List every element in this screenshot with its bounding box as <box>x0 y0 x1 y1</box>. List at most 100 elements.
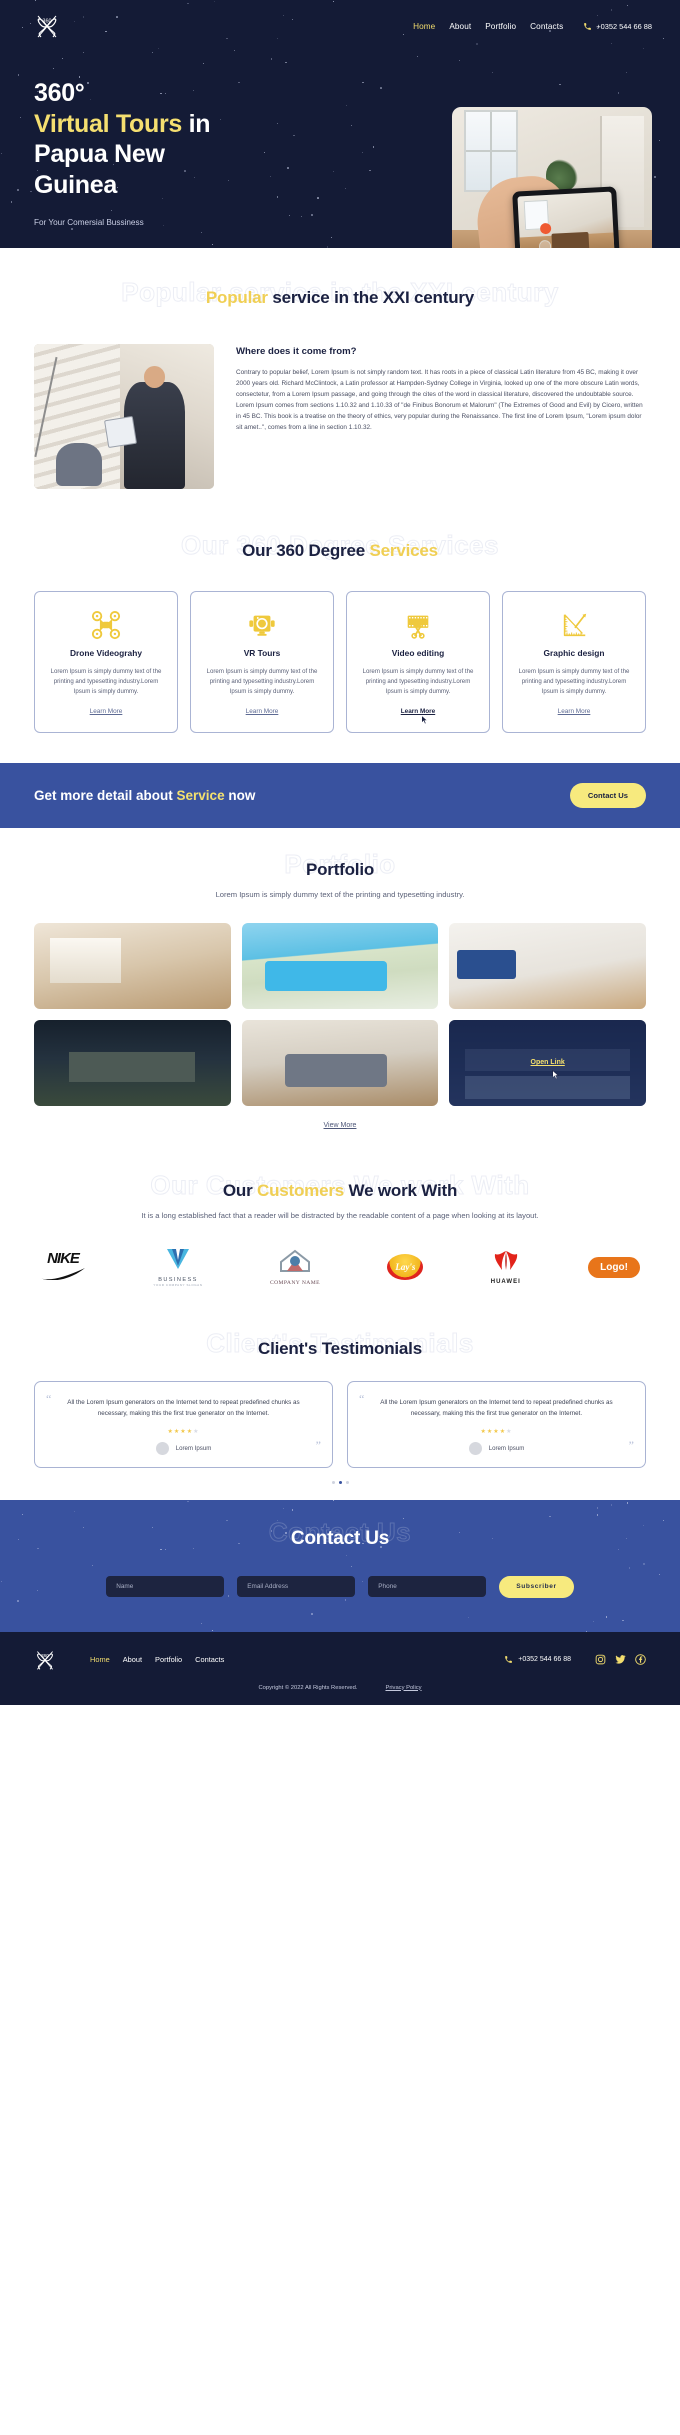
services-title-highlight: Services <box>369 541 439 560</box>
phone-input[interactable] <box>368 1576 487 1598</box>
facebook-icon[interactable] <box>635 1654 646 1665</box>
portfolio-hover-overlay[interactable]: Open Link <box>449 1019 646 1106</box>
social-links <box>595 1654 646 1665</box>
customers-title: Our Customers We work With <box>34 1181 646 1201</box>
house-icon <box>279 1249 310 1272</box>
generic-logo: Logo! <box>588 1256 640 1278</box>
nav-link-contacts[interactable]: Contacts <box>530 22 563 31</box>
customers-subtitle: It is a long established fact that a rea… <box>141 1210 539 1220</box>
footer-link-portfolio[interactable]: Portfolio <box>155 1655 182 1664</box>
cta-text: Get more detail about Service now <box>34 788 255 803</box>
svg-text:360: 360 <box>42 19 51 25</box>
twitter-icon[interactable] <box>615 1654 626 1665</box>
nike-logo-text: NIKE <box>47 1249 80 1267</box>
about-heading: Where does it come from? <box>236 346 357 357</box>
landing-page: 360 Home About Portfolio Contacts +0352 … <box>0 0 680 1705</box>
subscriber-button[interactable]: Subscriber <box>499 1575 574 1598</box>
star-empty: ★ <box>193 1428 200 1435</box>
hero-title-line3: Papua New <box>34 140 165 168</box>
carousel-dot[interactable] <box>331 1480 335 1484</box>
portfolio-title: Portfolio <box>305 859 375 879</box>
portfolio-tile[interactable] <box>241 922 439 1009</box>
portfolio-heading-wrap: Portfolio Portfolio Lorem Ipsum is simpl… <box>34 848 646 901</box>
services-title-part1: Our 360 Degree <box>242 541 370 560</box>
footer: 360 Home About Portfolio Contacts +0352 … <box>0 1631 680 1705</box>
testimonial-author-name: Lorem Ipsum <box>488 1444 525 1452</box>
hero-title-line4: Guinea <box>34 170 117 199</box>
huawei-logo: HUAWEI <box>491 1250 521 1285</box>
drone-icon <box>45 608 167 642</box>
phone-icon <box>505 1656 513 1663</box>
360-butterfly-logo-icon[interactable]: 360 <box>34 1648 56 1672</box>
avatar <box>155 1441 169 1455</box>
hero-subtitle: For Your Comersial Bussiness <box>34 218 144 227</box>
portfolio-tile-hovered[interactable]: Open Link <box>449 1019 646 1106</box>
instagram-icon[interactable] <box>595 1654 606 1665</box>
testimonials-title: Client's Testimonials <box>258 1338 422 1358</box>
service-card-title: Graphic design <box>543 648 605 658</box>
testimonial-quote: All the Lorem Ipsum generators on the In… <box>67 1398 300 1417</box>
service-card-title: VR Tours <box>243 648 281 658</box>
hero-text-block: 360° Virtual Tours in Papua New Guinea F… <box>0 52 300 227</box>
footer-link-home[interactable]: Home <box>90 1655 110 1664</box>
svg-text:360: 360 <box>41 1653 49 1658</box>
business-logo-slogan: YOUR COMPANY SLOGAN <box>153 1282 203 1287</box>
top-navigation-bar: 360 Home About Portfolio Contacts +0352 … <box>0 0 680 52</box>
nav-link-about[interactable]: About <box>449 22 471 31</box>
services-title: Our 360 Degree Services <box>34 541 646 561</box>
service-card-graphic-design[interactable]: Graphic design Lorem Ipsum is simply dum… <box>502 591 646 733</box>
phone-device <box>512 186 620 248</box>
learn-more-link[interactable]: Learn More <box>558 708 591 715</box>
portfolio-tile[interactable] <box>449 922 646 1009</box>
services-section: Our 360 Degree Services Our 360 Degree S… <box>0 507 680 763</box>
about-text: Where does it come from? Contrary to pop… <box>236 344 646 433</box>
privacy-policy-link[interactable]: Privacy Policy <box>385 1685 421 1691</box>
portfolio-tile[interactable] <box>241 1019 439 1106</box>
generic-logo-text: Logo! <box>588 1256 640 1278</box>
service-card-title: Video editing <box>391 648 445 658</box>
business-v-icon <box>166 1248 189 1269</box>
learn-more-link[interactable]: Learn More <box>246 708 279 715</box>
testimonial-rating: ★★★★★ <box>364 1428 629 1435</box>
about-paragraph: Contrary to popular belief, Lorem Ipsum … <box>236 369 643 432</box>
service-card-desc: Lorem Ipsum is simply dummy text of the … <box>362 668 474 695</box>
ruler-pencil-icon <box>513 608 635 642</box>
footer-link-about[interactable]: About <box>123 1655 142 1664</box>
nav-link-portfolio[interactable]: Portfolio <box>485 22 516 31</box>
business-logo: BUSINESS YOUR COMPANY SLOGAN <box>153 1248 202 1287</box>
learn-more-link[interactable]: Learn More <box>401 708 435 715</box>
360-butterfly-logo-icon[interactable]: 360 <box>34 12 60 40</box>
footer-link-contacts[interactable]: Contacts <box>195 1655 224 1664</box>
testimonial-quote: All the Lorem Ipsum generators on the In… <box>380 1398 613 1417</box>
service-card-vr-tours[interactable]: VR Tours Lorem Ipsum is simply dummy tex… <box>190 591 334 733</box>
view-more-link[interactable]: View More <box>34 1122 646 1129</box>
portfolio-tile[interactable] <box>34 1019 231 1106</box>
hero-section: 360 Home About Portfolio Contacts +0352 … <box>0 0 680 248</box>
phone-screen <box>517 191 615 248</box>
carousel-dot-active[interactable] <box>338 1480 342 1484</box>
header-phone[interactable]: +0352 544 66 88 <box>583 22 652 31</box>
service-card-video-editing[interactable]: Video editing Lorem Ipsum is simply dumm… <box>346 591 490 733</box>
cta-banner: Get more detail about Service now Contac… <box>0 762 680 828</box>
footer-phone[interactable]: +0352 544 66 88 <box>504 1655 571 1664</box>
email-input[interactable] <box>237 1576 356 1598</box>
huawei-flower-icon <box>494 1250 517 1270</box>
hero-title-highlight: Virtual Tours <box>34 109 182 138</box>
contact-us-button[interactable]: Contact Us <box>569 782 646 808</box>
portfolio-tile[interactable] <box>34 922 231 1009</box>
contact-title: Contact Us <box>290 1527 390 1549</box>
company-name-logo-text: COMPANY NAME <box>269 1279 320 1286</box>
contact-star-field <box>0 1499 680 1632</box>
header-phone-number: +0352 544 66 88 <box>596 21 652 31</box>
open-link-label[interactable]: Open Link <box>531 1059 565 1066</box>
lays-badge: Lay's <box>387 1254 424 1281</box>
cta-text-highlight: Service <box>176 787 225 803</box>
name-input[interactable] <box>106 1576 225 1598</box>
carousel-dot[interactable] <box>345 1480 349 1484</box>
about-row: Where does it come from? Contrary to pop… <box>34 344 646 489</box>
nav-link-home[interactable]: Home <box>413 22 435 31</box>
learn-more-link[interactable]: Learn More <box>90 708 123 715</box>
film-scissors-icon <box>357 608 479 642</box>
service-card-drone[interactable]: Drone Videograhy Lorem Ipsum is simply d… <box>34 591 178 733</box>
footer-phone-number: +0352 544 66 88 <box>518 1656 571 1664</box>
